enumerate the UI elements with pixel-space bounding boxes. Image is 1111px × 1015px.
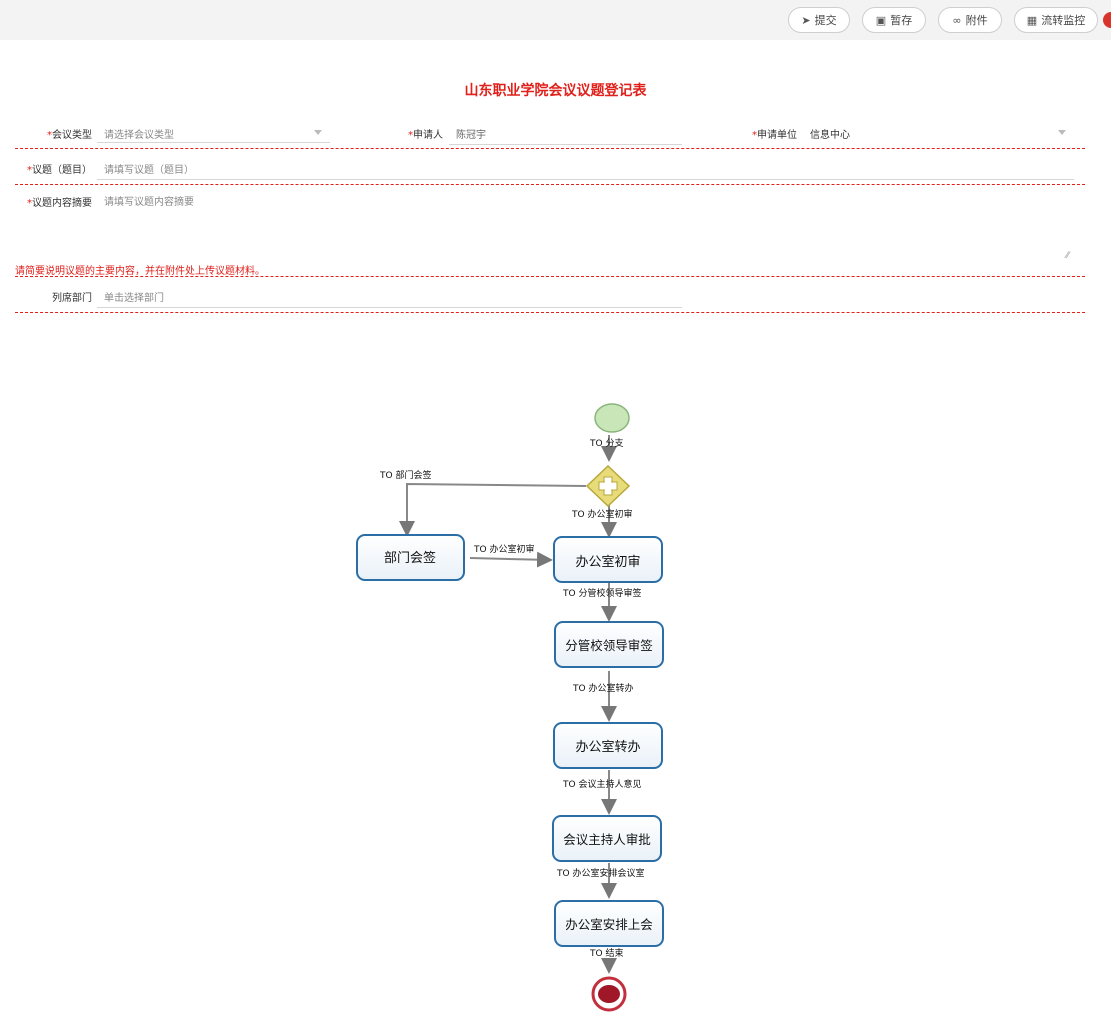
task-dept-sign[interactable]: 部门会签 — [356, 534, 465, 581]
task-office-arrange[interactable]: 办公室安排上会 — [554, 900, 664, 947]
task-leader-sign[interactable]: 分管校领导审签 — [554, 621, 664, 668]
edge-label-to-dept-sign: TO 部门会签 — [379, 469, 431, 481]
task-office-review-label: 办公室初审 — [575, 554, 640, 570]
task-office-arrange-label: 办公室安排上会 — [565, 917, 653, 932]
edge-label-to-office-transfer: TO 办公室转办 — [572, 682, 633, 694]
edge-to-dept-sign — [399, 482, 587, 537]
task-office-transfer[interactable]: 办公室转办 — [553, 722, 663, 769]
task-office-review[interactable]: 办公室初审 — [553, 536, 663, 583]
edge-label-to-end: TO 结束 — [589, 947, 623, 959]
edge-label-to-office-arrange: TO 办公室安排会议室 — [556, 867, 644, 879]
task-leader-sign-label: 分管校领导审签 — [565, 638, 653, 653]
edge-label-to-host-opinion: TO 会议主持人意见 — [562, 778, 641, 790]
edge-label-to-office-review-2: TO 办公室初审 — [473, 543, 534, 555]
task-office-transfer-label: 办公室转办 — [575, 739, 640, 755]
task-host-approve[interactable]: 会议主持人审批 — [552, 815, 662, 862]
edge-label-to-office-review-1: TO 办公室初审 — [571, 508, 632, 520]
edge-label-to-branch: TO 分支 — [589, 437, 623, 449]
task-dept-sign-label: 部门会签 — [384, 550, 436, 566]
task-host-approve-label: 会议主持人审批 — [563, 832, 651, 847]
parallel-gateway[interactable] — [585, 464, 631, 508]
edge-dept-to-office-review — [469, 551, 553, 568]
workflow-diagram: 部门会签 办公室初审 分管校领导审签 办公室转办 会议主持人审批 办公室安排上会… — [356, 403, 664, 1012]
start-event[interactable] — [594, 403, 630, 433]
edge-label-to-leader-sign: TO 分管校领导审签 — [562, 587, 641, 599]
end-event[interactable] — [591, 976, 627, 1012]
